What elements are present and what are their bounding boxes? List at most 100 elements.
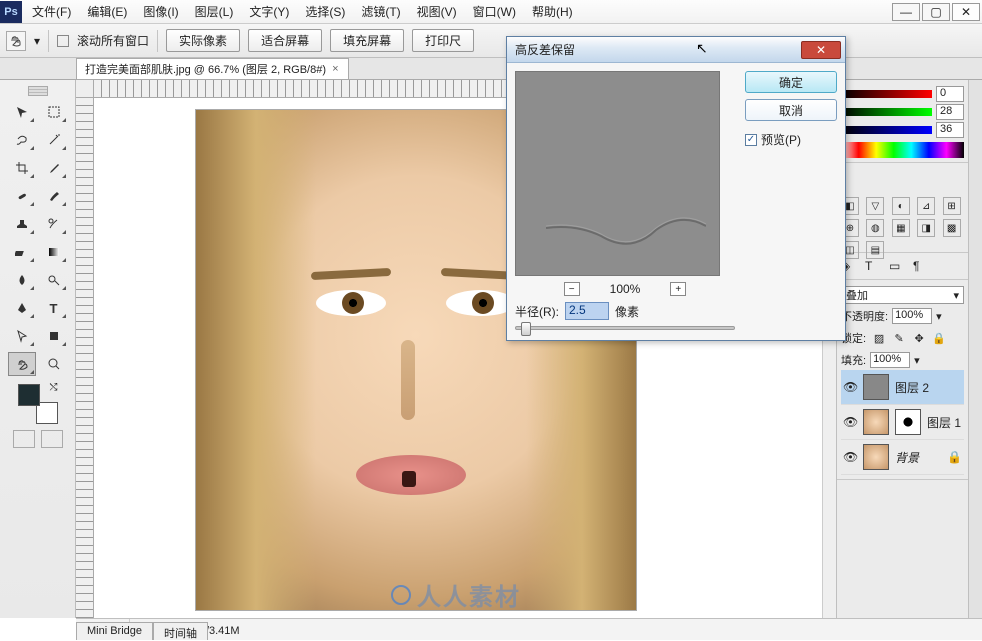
window-max-button[interactable]: ▢	[922, 3, 950, 21]
type-tool[interactable]: T	[40, 296, 68, 320]
quickmask-std-icon[interactable]	[13, 430, 35, 448]
dialog-close-button[interactable]: ✕	[801, 41, 841, 59]
brush-tool[interactable]	[40, 184, 68, 208]
layer-thumb[interactable]	[863, 444, 889, 470]
adj-icon[interactable]: ⊞	[943, 197, 961, 215]
channels-tab-icon[interactable]: T	[865, 259, 879, 273]
layer-row[interactable]: 👁 图层 2	[841, 370, 964, 405]
menu-view[interactable]: 视图(V)	[415, 1, 459, 22]
fill-field[interactable]: 100%	[870, 352, 910, 368]
document-tab-close-icon[interactable]: ×	[332, 63, 338, 75]
gradient-tool[interactable]	[40, 240, 68, 264]
dropdown-icon[interactable]: ▾	[914, 354, 920, 367]
r-slider[interactable]	[841, 90, 932, 98]
adj-icon[interactable]: ▽	[866, 197, 884, 215]
adj-icon[interactable]: ◨	[917, 219, 935, 237]
menu-type[interactable]: 文字(Y)	[247, 1, 291, 22]
zoom-out-button[interactable]: −	[564, 282, 580, 296]
bottom-tab-timeline[interactable]: 时间轴	[153, 622, 208, 640]
lock-paint-icon[interactable]: ✎	[892, 331, 906, 345]
actual-pixels-button[interactable]: 实际像素	[166, 29, 240, 52]
more-tab-icon[interactable]: ¶	[913, 259, 927, 273]
layer-name[interactable]: 图层 1	[927, 414, 961, 431]
radius-slider[interactable]	[515, 326, 735, 330]
zoom-tool[interactable]	[40, 352, 68, 376]
zoom-in-button[interactable]: +	[670, 282, 686, 296]
doc-info[interactable]: 文档:1.02M/3.41M	[142, 622, 982, 638]
preview-checkbox[interactable]: ✓	[745, 134, 757, 146]
move-tool[interactable]	[8, 100, 36, 124]
collapsed-panels-strip[interactable]	[968, 80, 982, 618]
window-min-button[interactable]: —	[892, 3, 920, 21]
bottom-tab-minibridge[interactable]: Mini Bridge	[76, 622, 153, 640]
marquee-tool[interactable]	[40, 100, 68, 124]
adj-icon[interactable]: ▦	[892, 219, 910, 237]
layer-row[interactable]: 👁 背景 🔒	[841, 440, 964, 475]
history-brush-tool[interactable]	[40, 212, 68, 236]
stamp-tool[interactable]	[8, 212, 36, 236]
adj-icon[interactable]: ◐	[892, 197, 910, 215]
g-slider[interactable]	[841, 108, 932, 116]
eyedropper-tool[interactable]	[40, 156, 68, 180]
layer-name[interactable]: 图层 2	[895, 379, 929, 396]
opacity-field[interactable]: 100%	[892, 308, 932, 324]
visibility-icon[interactable]: 👁	[843, 380, 857, 394]
lasso-tool[interactable]	[8, 128, 36, 152]
menu-image[interactable]: 图像(I)	[141, 1, 180, 22]
b-slider[interactable]	[841, 126, 932, 134]
lock-all-icon[interactable]: 🔒	[932, 331, 946, 345]
dodge-tool[interactable]	[40, 268, 68, 292]
layer-thumb[interactable]	[863, 374, 889, 400]
heal-tool[interactable]	[8, 184, 36, 208]
g-value[interactable]: 28	[936, 104, 964, 120]
lock-move-icon[interactable]: ✥	[912, 331, 926, 345]
r-value[interactable]: 0	[936, 86, 964, 102]
path-select-tool[interactable]	[8, 324, 36, 348]
visibility-icon[interactable]: 👁	[843, 450, 857, 464]
swap-colors-icon[interactable]: ⤭	[50, 382, 58, 393]
paths-tab-icon[interactable]: ▭	[889, 259, 903, 273]
fill-screen-button[interactable]: 填充屏幕	[330, 29, 404, 52]
document-tab[interactable]: 打造完美面部肌肤.jpg @ 66.7% (图层 2, RGB/8#) ×	[76, 58, 349, 79]
b-value[interactable]: 36	[936, 122, 964, 138]
fit-screen-button[interactable]: 适合屏幕	[248, 29, 322, 52]
color-spectrum[interactable]	[841, 142, 964, 158]
menu-select[interactable]: 选择(S)	[303, 1, 347, 22]
adj-icon[interactable]: ▩	[943, 219, 961, 237]
layer-row[interactable]: 👁 图层 1	[841, 405, 964, 440]
menu-help[interactable]: 帮助(H)	[530, 1, 575, 22]
blur-tool[interactable]	[8, 268, 36, 292]
menu-window[interactable]: 窗口(W)	[471, 1, 518, 22]
cancel-button[interactable]: 取消	[745, 99, 837, 121]
scroll-all-checkbox[interactable]	[57, 35, 69, 47]
ok-button[interactable]: 确定	[745, 71, 837, 93]
shape-tool[interactable]	[40, 324, 68, 348]
menu-layer[interactable]: 图层(L)	[193, 1, 236, 22]
menu-filter[interactable]: 滤镜(T)	[359, 1, 402, 22]
window-close-button[interactable]: ✕	[952, 3, 980, 21]
foreground-swatch[interactable]	[18, 384, 40, 406]
dropdown-icon[interactable]: ▾	[936, 310, 942, 323]
lock-transparent-icon[interactable]: ▨	[872, 331, 886, 345]
adj-icon[interactable]: ⊿	[917, 197, 935, 215]
dialog-titlebar[interactable]: 高反差保留 ✕	[507, 37, 845, 63]
adj-icon[interactable]: ◍	[866, 219, 884, 237]
menu-edit[interactable]: 编辑(E)	[85, 1, 129, 22]
blend-mode-select[interactable]: 叠加▾	[841, 286, 964, 304]
layer-thumb[interactable]	[863, 409, 889, 435]
ruler-vertical[interactable]	[76, 98, 94, 618]
dropdown-icon[interactable]: ▾	[34, 34, 40, 48]
panel-grip[interactable]	[28, 86, 48, 96]
color-swatches[interactable]: ⤭	[18, 384, 58, 424]
hand-tool-preset-icon[interactable]	[6, 31, 26, 51]
wand-tool[interactable]	[40, 128, 68, 152]
pen-tool[interactable]	[8, 296, 36, 320]
crop-tool[interactable]	[8, 156, 36, 180]
hand-tool[interactable]	[8, 352, 36, 376]
radius-slider-thumb[interactable]	[521, 322, 531, 336]
radius-input[interactable]: 2.5	[565, 302, 609, 320]
print-size-button[interactable]: 打印尺	[412, 29, 474, 52]
visibility-icon[interactable]: 👁	[843, 415, 857, 429]
eraser-tool[interactable]	[8, 240, 36, 264]
layer-mask-thumb[interactable]	[895, 409, 921, 435]
